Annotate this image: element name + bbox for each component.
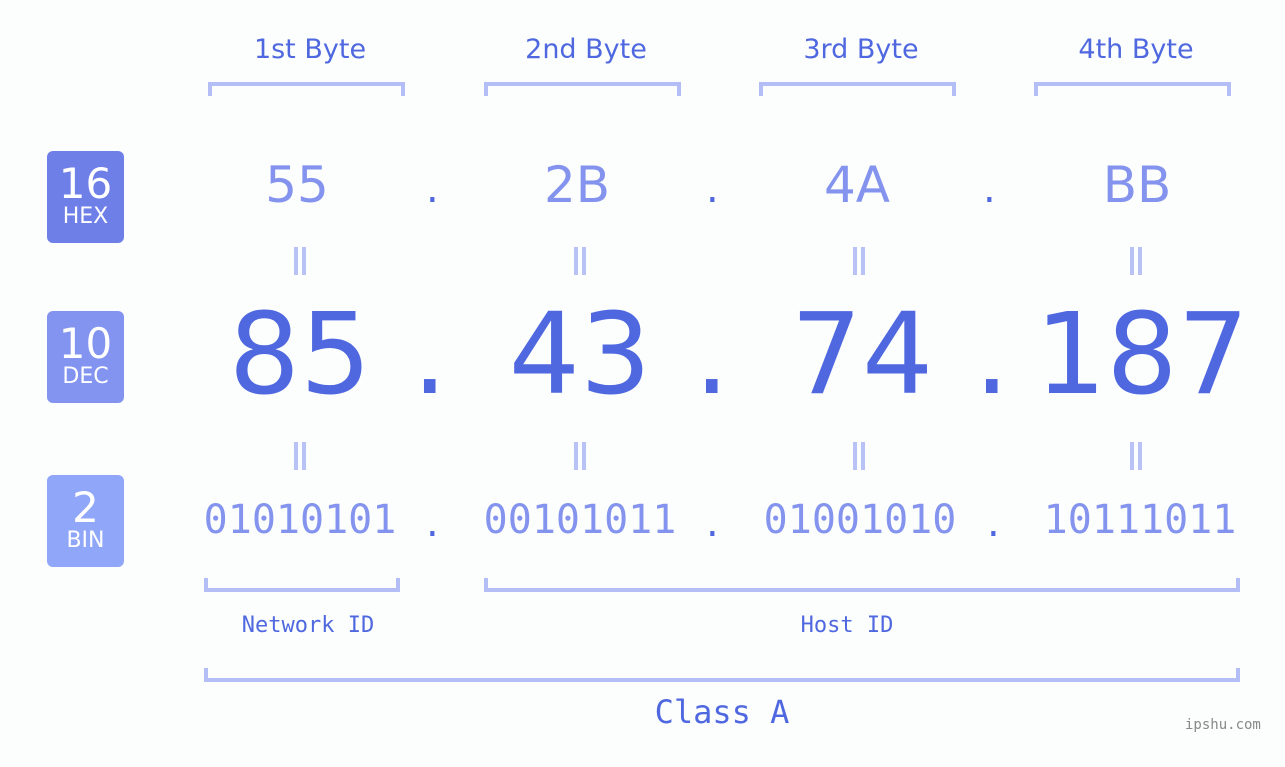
byte-bracket-3	[759, 82, 956, 96]
bin-separator: .	[706, 500, 719, 546]
byte-bracket-2	[484, 82, 681, 96]
hex-badge: 16 HEX	[47, 151, 124, 243]
dec-separator: .	[974, 290, 1010, 420]
byte-label-1: 1st Byte	[253, 34, 367, 65]
hex-separator: .	[426, 166, 439, 212]
equals-sign	[851, 442, 867, 470]
hex-separator: .	[983, 166, 996, 212]
hex-base-label: HEX	[62, 204, 109, 229]
watermark: ipshu.com	[1185, 717, 1261, 733]
dec-separator: .	[694, 290, 730, 420]
hex-value-2: 2B	[543, 156, 611, 214]
hex-value-1: 55	[265, 156, 329, 214]
dec-base-label: DEC	[62, 364, 109, 389]
bin-separator: .	[987, 500, 1000, 546]
equals-sign	[1128, 442, 1144, 470]
equals-sign	[1128, 247, 1144, 275]
dec-base-number: 10	[58, 319, 113, 368]
bin-value-4: 10111011	[1043, 497, 1237, 543]
bin-value-1: 01010101	[203, 497, 397, 543]
byte-label-2: 2nd Byte	[525, 34, 647, 65]
byte-label-4: 4th Byte	[1078, 34, 1194, 65]
equals-sign	[572, 247, 588, 275]
network-id-label: Network ID	[241, 613, 375, 638]
hex-value-4: BB	[1102, 156, 1172, 214]
dec-separator: .	[412, 290, 448, 420]
byte-bracket-4	[1034, 82, 1231, 96]
equals-sign	[292, 247, 308, 275]
bin-base-number: 2	[72, 483, 99, 532]
byte-bracket-1	[208, 82, 405, 96]
equals-sign	[572, 442, 588, 470]
host-id-label: Host ID	[800, 613, 894, 638]
dec-value-2: 43	[508, 290, 652, 420]
bin-value-2: 00101011	[483, 497, 677, 543]
byte-label-3: 3rd Byte	[803, 34, 919, 65]
dec-badge: 10 DEC	[47, 311, 124, 403]
equals-sign	[292, 442, 308, 470]
network-id-bracket	[204, 578, 400, 592]
hex-base-number: 16	[58, 159, 113, 208]
dec-value-3: 74	[790, 290, 934, 420]
bin-base-label: BIN	[66, 528, 105, 553]
bin-separator: .	[426, 500, 439, 546]
host-id-bracket	[484, 578, 1240, 592]
class-label: Class A	[654, 693, 790, 731]
bin-value-3: 01001010	[763, 497, 957, 543]
hex-value-3: 4A	[823, 156, 890, 214]
dec-value-1: 85	[228, 290, 372, 420]
equals-sign	[851, 247, 867, 275]
bin-badge: 2 BIN	[47, 475, 124, 567]
hex-separator: .	[706, 166, 719, 212]
dec-value-4: 187	[1035, 290, 1249, 420]
class-bracket	[204, 668, 1240, 682]
